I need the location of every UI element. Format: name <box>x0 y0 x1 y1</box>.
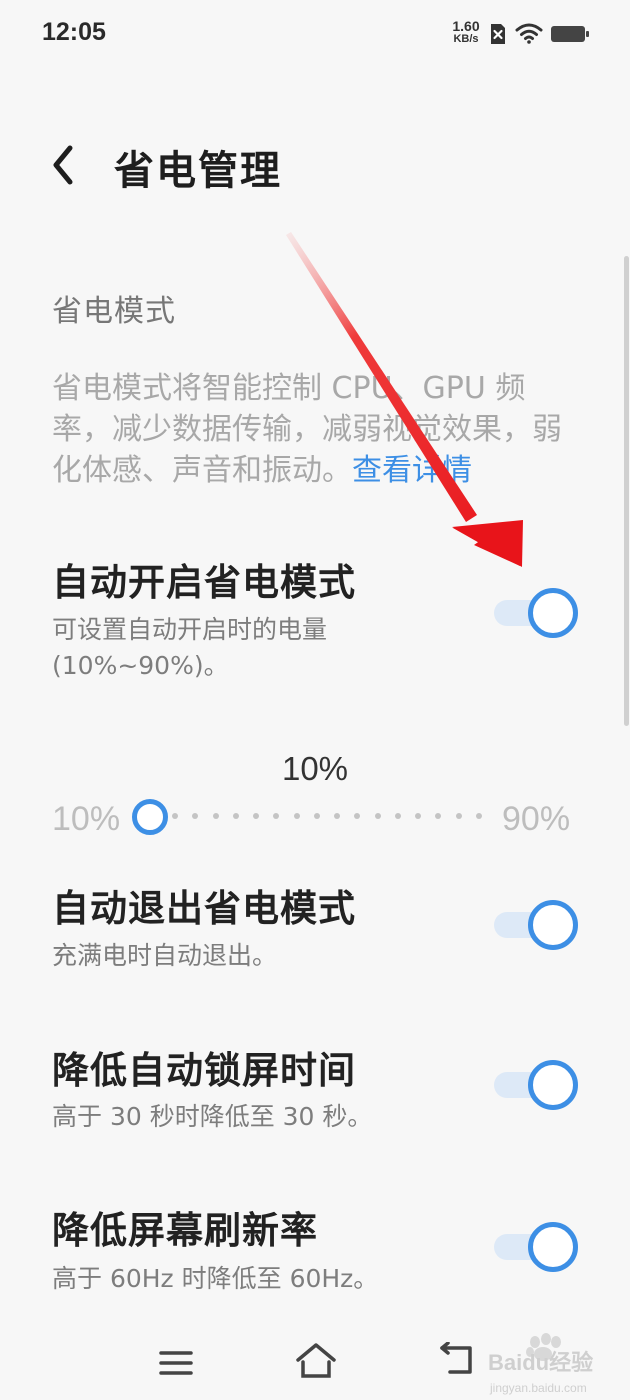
power-saving-screen: 12:05 1.60 KB/s 省电管理 省电模式 省电模式将智能控制 CPU、… <box>0 0 630 1400</box>
slider-step-dot <box>313 813 320 819</box>
network-speed-value: 1.60 <box>452 18 480 34</box>
status-time: 12:05 <box>42 18 106 46</box>
auto-exit-desc: 充满电时自动退出。 <box>52 941 278 970</box>
auto-exit-toggle[interactable] <box>494 900 578 950</box>
view-details-link[interactable]: 查看详情 <box>352 453 472 488</box>
battery-icon <box>551 26 589 42</box>
slider-track-dots <box>132 813 482 819</box>
wifi-icon <box>515 23 543 44</box>
slider-step-dot <box>354 813 361 819</box>
section-title: 省电模式 <box>52 294 176 329</box>
scroll-indicator[interactable] <box>624 256 629 726</box>
slider-step-dot <box>192 813 199 819</box>
refresh-rate-toggle[interactable] <box>494 1222 578 1272</box>
slider-step-dot <box>415 813 422 819</box>
toggle-knob <box>528 900 578 950</box>
lock-time-toggle[interactable] <box>494 1060 578 1110</box>
toggle-knob <box>528 1060 578 1110</box>
battery-threshold-value: 10% <box>281 750 349 787</box>
chevron-left-icon <box>53 145 73 185</box>
baidu-paw-logo: Baidu经验 jingyan.baidu.com <box>488 1333 593 1395</box>
slider-step-dot <box>334 813 341 819</box>
slider-max-label: 90% <box>502 800 571 838</box>
slider-step-dot <box>394 813 401 819</box>
back-arrow-icon[interactable] <box>436 1342 476 1378</box>
home-icon[interactable] <box>294 1340 338 1380</box>
slider-min-label: 10% <box>52 800 121 838</box>
refresh-rate-title: 降低屏幕刷新率 <box>52 1209 318 1252</box>
network-speed-unit: KB/s <box>453 33 479 45</box>
page-title: 省电管理 <box>114 148 282 194</box>
slider-step-dot <box>455 813 462 819</box>
battery-threshold-slider[interactable] <box>132 796 482 836</box>
toggle-knob <box>528 588 578 638</box>
lock-time-desc: 高于 30 秒时降低至 30 秒。 <box>52 1102 373 1131</box>
auto-enable-toggle[interactable] <box>494 588 578 638</box>
auto-exit-title: 自动退出省电模式 <box>52 887 356 930</box>
slider-step-dot <box>172 813 178 819</box>
slider-step-dot <box>273 813 280 819</box>
network-speed: 1.60 KB/s <box>446 18 486 46</box>
sim-disabled-icon <box>491 24 505 44</box>
slider-step-dot <box>435 813 442 819</box>
slider-step-dot <box>212 813 219 819</box>
red-arrow-annotation <box>286 232 523 567</box>
slider-step-dot <box>253 813 260 819</box>
slider-step-dot <box>293 813 300 819</box>
menu-icon[interactable] <box>158 1348 194 1378</box>
watermark-text: Baidu经验 <box>488 1350 593 1375</box>
slider-step-dot <box>374 813 381 819</box>
description-text: 省电模式将智能控制 CPU、GPU 频率，减少数据传输，减弱视觉效果，弱化体感、… <box>52 371 562 488</box>
auto-enable-title: 自动开启省电模式 <box>52 561 356 604</box>
toggle-knob <box>528 1222 578 1272</box>
status-bar: 12:05 1.60 KB/s <box>0 0 630 70</box>
slider-step-dot <box>475 813 482 819</box>
baidu-watermark: Baidu经验 jingyan.baidu.com <box>480 1330 630 1400</box>
lock-time-title: 降低自动锁屏时间 <box>52 1049 356 1092</box>
slider-step-dot <box>232 813 239 819</box>
auto-enable-desc: 可设置自动开启时的电量 (10%~90%)。 <box>52 615 328 680</box>
watermark-subtext: jingyan.baidu.com <box>489 1381 587 1395</box>
back-button[interactable] <box>44 140 88 190</box>
section-description: 省电模式将智能控制 CPU、GPU 频率，减少数据传输，减弱视觉效果，弱化体感、… <box>52 368 582 491</box>
slider-thumb[interactable] <box>132 799 168 835</box>
refresh-rate-desc: 高于 60Hz 时降低至 60Hz。 <box>52 1264 379 1293</box>
